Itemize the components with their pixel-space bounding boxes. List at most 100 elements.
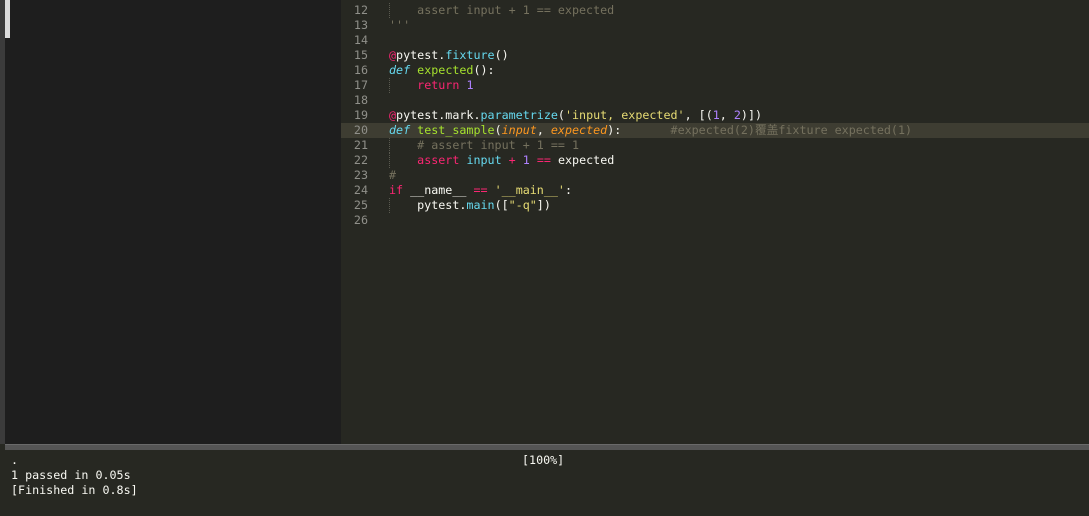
sidebar-scroll-strip [5,0,10,38]
sidebar-panel [5,0,341,444]
code-text: def test_sample(input, expected): #expec… [389,123,912,138]
code-line[interactable]: 12 assert input + 1 == expected [341,3,1089,18]
code-line[interactable]: 26 [341,213,1089,228]
code-token: ( [494,123,502,137]
code-token: input [501,123,537,137]
code-token: 1 [522,153,530,167]
code-line[interactable]: 18 [341,93,1089,108]
output-line-dot: . [11,453,19,467]
code-token: return [417,78,460,92]
code-token: assert input + 1 == expected [417,3,615,17]
code-token: () [494,48,509,62]
code-text: # [389,168,396,183]
code-token: input [466,153,502,167]
code-text: if __name__ == '__main__': [389,183,572,198]
line-number: 17 [353,78,368,92]
code-token: test_sample [417,123,495,137]
code-line[interactable]: 25 pytest.main(["-q"]) [341,198,1089,213]
code-token: ([ [494,198,509,212]
code-text: # assert input + 1 == 1 [389,138,579,153]
code-token: + [508,153,516,167]
code-text: return 1 [389,78,473,93]
line-number: 21 [353,138,368,152]
code-line[interactable]: 13 ''' [341,18,1089,33]
code-token: ( [557,108,565,122]
code-line[interactable]: 17 return 1 [341,78,1089,93]
output-line-passed: 1 passed in 0.05s [11,468,131,482]
code-token: expected [550,153,615,167]
code-line[interactable]: 16 def expected(): [341,63,1089,78]
code-token: , [719,108,734,122]
line-number: 18 [353,93,368,107]
code-token: pytest.mark. [396,108,481,122]
code-line[interactable]: 15 @pytest.fixture() [341,48,1089,63]
code-token: __name__ [403,183,474,197]
code-token: pytest. [389,198,467,212]
code-token: expected [417,63,474,77]
line-number: 12 [353,3,368,17]
code-token: parametrize [480,108,558,122]
code-line[interactable]: 20 def test_sample(input, expected): #exp… [341,123,1089,138]
code-text: def expected(): [389,63,495,78]
code-token: 2 [733,108,741,122]
code-token: == [473,183,488,197]
code-token: == [536,153,551,167]
code-token: main [466,198,495,212]
code-token: # assert input + 1 == 1 [417,138,579,152]
code-text: ''' [389,18,410,33]
code-token: : [564,183,572,197]
code-token: )]) [740,108,763,122]
code-token: pytest. [396,48,446,62]
code-token: def [389,123,411,137]
code-line[interactable]: 24 if __name__ == '__main__': [341,183,1089,198]
code-token: ): [607,123,671,137]
line-number: 20 [353,123,368,137]
line-number: 14 [353,33,368,47]
code-text: assert input + 1 == expected [389,153,614,168]
code-text: @pytest.mark.parametrize('input, expecte… [389,108,762,123]
code-token: (): [473,63,495,77]
code-token: '__main__' [494,183,565,197]
code-token: , [( [684,108,713,122]
code-token: 1 [466,78,474,92]
code-token: , [536,123,551,137]
line-number: 25 [353,198,368,212]
code-line[interactable]: 14 [341,33,1089,48]
code-text: pytest.main(["-q"]) [389,198,551,213]
code-line[interactable]: 22 assert input + 1 == expected [341,153,1089,168]
code-token: ''' [389,18,411,32]
line-number: 15 [353,48,368,62]
line-number: 16 [353,63,368,77]
code-token: "-q" [508,198,537,212]
line-number: 22 [353,153,368,167]
code-line[interactable]: 21 # assert input + 1 == 1 [341,138,1089,153]
output-progress: [100%] [522,453,565,467]
code-line[interactable]: 19 @pytest.mark.parametrize('input, expec… [341,108,1089,123]
output-line-finished: [Finished in 0.8s] [11,483,138,497]
code-token: @ [389,48,397,62]
build-output-panel: . [100%] 1 passed in 0.05s [Finished in … [5,450,1089,516]
code-token: @ [389,108,397,122]
line-number: 19 [353,108,368,122]
code-line[interactable]: 23 # [341,168,1089,183]
code-token: assert [417,153,460,167]
code-token: 'input, expected' [564,108,685,122]
line-number: 24 [353,183,368,197]
code-token: expected [550,123,608,137]
code-token: if [389,183,404,197]
code-token: # [389,168,397,182]
code-editor[interactable]: 12 assert input + 1 == expected 13 ''' 14 15… [341,0,1089,444]
line-number: 26 [353,213,368,227]
code-token: ]) [536,198,551,212]
code-text: assert input + 1 == expected [389,3,614,18]
line-number: 13 [353,18,368,32]
line-number: 23 [353,168,368,182]
code-token: def [389,63,411,77]
